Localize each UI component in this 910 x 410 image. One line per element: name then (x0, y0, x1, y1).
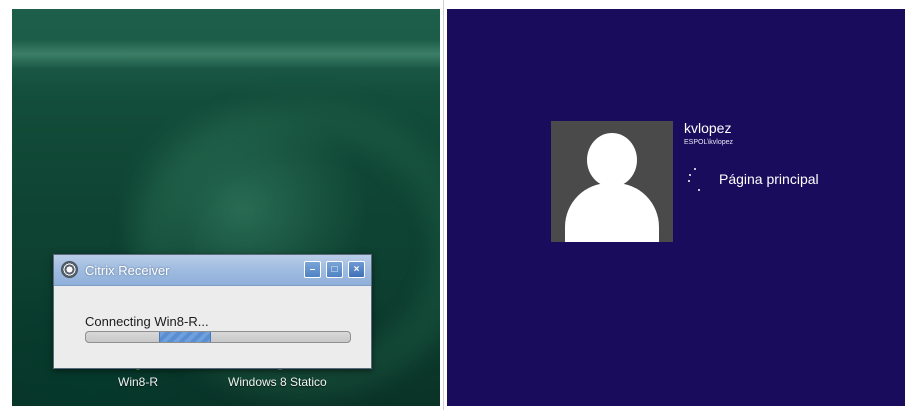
screenshot: Win8-R Windows 8 Statico Citrix Receiver… (0, 0, 910, 410)
domain-account: ESPOL\kvlopez (684, 139, 734, 146)
avatar-body-icon (565, 183, 659, 242)
connecting-message: Connecting Win8-R... (85, 314, 209, 329)
left-desktop-screen: Win8-R Windows 8 Statico Citrix Receiver… (12, 9, 440, 406)
minimize-button[interactable]: – (304, 261, 321, 278)
avatar-head-icon (587, 133, 637, 187)
desktop-icon-label-win8-r[interactable]: Win8-R (118, 375, 158, 389)
citrix-receiver-dialog: Citrix Receiver – □ × Connecting Win8-R.… (53, 254, 372, 369)
loading-spinner-icon (686, 167, 702, 193)
citrix-logo-icon (61, 261, 78, 278)
progress-bar (85, 331, 351, 343)
desktop-icon-label-windows-8-statico[interactable]: Windows 8 Statico (228, 375, 327, 389)
dialog-title: Citrix Receiver (85, 263, 170, 278)
panel-divider (443, 0, 444, 410)
maximize-button[interactable]: □ (326, 261, 343, 278)
dialog-titlebar[interactable]: Citrix Receiver – □ × (54, 255, 371, 286)
username: kvlopez (684, 120, 732, 136)
windows-login-screen: kvlopez ESPOL\kvlopez Página principal (447, 9, 905, 406)
close-button[interactable]: × (348, 261, 365, 278)
wallpaper-band (12, 39, 440, 69)
user-avatar (551, 121, 673, 242)
progress-indicator (159, 332, 211, 342)
status-text: Página principal (719, 171, 819, 187)
